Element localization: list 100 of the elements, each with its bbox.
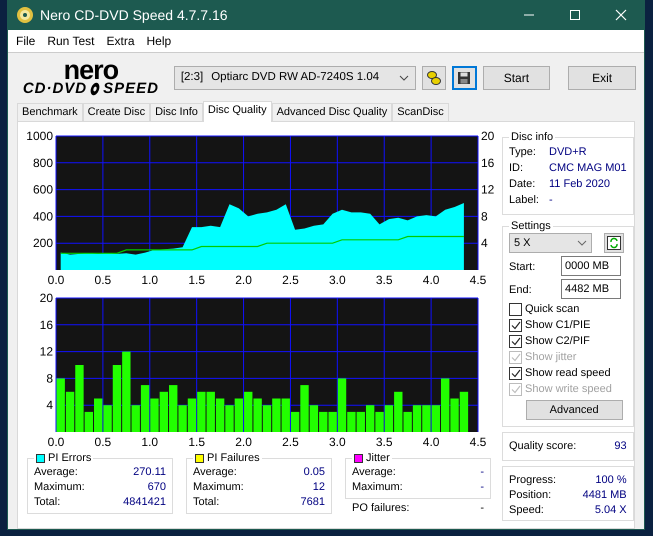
menu-item[interactable]: Run Test — [41, 32, 100, 50]
axis-label: 16 — [40, 318, 53, 332]
menu-item[interactable]: Help — [140, 32, 178, 50]
error-bar — [206, 392, 215, 432]
advanced-button[interactable]: Advanced — [526, 400, 623, 420]
tab[interactable]: Benchmark — [17, 103, 83, 121]
logo-text: nero — [64, 59, 118, 81]
axis-label: 0.0 — [48, 273, 64, 287]
error-bar — [460, 392, 468, 432]
tab[interactable]: Disc Info — [150, 103, 203, 121]
error-bar — [160, 392, 168, 432]
stat-label: Average: — [352, 465, 396, 480]
checkbox[interactable] — [509, 318, 522, 332]
error-bar — [422, 405, 431, 432]
disc-icon — [16, 6, 34, 24]
error-bar — [272, 398, 281, 432]
field-label: Start: — [509, 260, 536, 276]
axis-label: 800 — [32, 156, 53, 170]
progress-value: 100 % — [595, 472, 627, 488]
stat-value: 270.11 — [133, 465, 166, 480]
error-bar — [197, 392, 206, 432]
checkbox-label: Show C1/PIE — [525, 318, 590, 334]
checkbox-label: Show C2/PIF — [525, 334, 590, 350]
axis-label: 12 — [481, 182, 494, 197]
quality-value: 93 — [614, 438, 627, 454]
axis-label: 200 — [32, 236, 53, 250]
error-bar — [56, 378, 65, 432]
logo-text: SPEED — [103, 81, 160, 96]
axis-label: 1.0 — [141, 435, 158, 449]
refresh-icon — [606, 236, 620, 250]
info-value: 11 Feb 2020 — [549, 177, 610, 192]
stat-value: - — [480, 480, 484, 495]
axis-label: 1.5 — [188, 435, 205, 449]
menu-item[interactable]: Extra — [100, 32, 140, 50]
tab[interactable]: Disc Quality — [202, 101, 272, 122]
end-field[interactable]: 4482 MB — [561, 278, 621, 298]
checkbox-label: Show read speed — [525, 366, 611, 382]
progress-label: Speed: — [509, 502, 544, 518]
speed-dropdown[interactable]: 5 X — [509, 233, 592, 253]
refresh-button[interactable] — [604, 233, 624, 253]
menu-item[interactable]: File — [10, 32, 42, 50]
stat-value: 12 — [312, 480, 325, 495]
info-label: Label: — [509, 193, 540, 208]
axis-label: 4.0 — [422, 273, 440, 287]
drive-dropdown[interactable]: [2:3] Optiarc DVD RW AD-7240S 1.04 — [174, 66, 416, 90]
axis-label: 1.5 — [188, 273, 205, 287]
stat-label: Maximum: — [34, 480, 85, 495]
stat-label: Total: — [193, 495, 220, 510]
start-field[interactable]: 0000 MB — [561, 256, 621, 276]
quality-label: Quality score: — [509, 438, 576, 454]
start-button[interactable]: Start — [482, 66, 550, 90]
group-title: PI Failures — [207, 452, 260, 465]
axis-label: 12 — [40, 344, 53, 359]
progress-label: Progress: — [509, 472, 556, 488]
tab[interactable]: Advanced Disc Quality — [272, 103, 392, 121]
group-title: PI Errors — [48, 452, 92, 465]
axis-label: 2.5 — [282, 273, 299, 287]
stat-value: 4841421 — [123, 495, 166, 510]
field-label: End: — [509, 283, 533, 298]
checkbox[interactable] — [509, 302, 522, 316]
stat-value: - — [480, 465, 484, 480]
error-bar — [234, 398, 244, 432]
axis-label: 3.0 — [329, 435, 346, 449]
checkbox[interactable] — [509, 334, 522, 348]
tab[interactable]: ScanDisc — [392, 103, 449, 121]
progress-label: Position: — [509, 488, 552, 503]
stat-label: Maximum: — [352, 480, 403, 495]
axis-label: 16 — [481, 156, 494, 170]
save-button[interactable] — [452, 66, 477, 90]
axis-label: 0.0 — [48, 435, 64, 449]
stat-label: Maximum: — [193, 480, 244, 495]
error-bar — [319, 412, 328, 432]
axis-label: 20 — [40, 291, 53, 305]
info-label: Date: — [509, 177, 536, 192]
axis-label: 4.5 — [470, 273, 486, 287]
axis-label: 8 — [46, 371, 53, 386]
axis-label: 8 — [481, 209, 488, 224]
close-icon — [615, 9, 627, 21]
stat-value: 670 — [148, 480, 166, 495]
window-title: Nero CD-DVD Speed 4.7.7.16 — [40, 6, 229, 25]
error-bar — [356, 412, 365, 432]
axis-label: 1.0 — [141, 273, 158, 287]
axis-label: 4 — [481, 236, 488, 250]
axis-label: 2.5 — [282, 435, 299, 449]
stat-label: PO failures: — [352, 501, 410, 516]
tab[interactable]: Create Disc — [82, 103, 150, 121]
checkbox-label: Quick scan — [525, 302, 580, 318]
axis-label: 0.5 — [94, 435, 112, 449]
group-title: Disc info — [511, 131, 554, 144]
axis-label: 20 — [481, 129, 494, 143]
exit-button[interactable]: Exit — [568, 66, 636, 90]
axis-label: 2.0 — [235, 273, 252, 287]
disc-icon — [89, 82, 102, 96]
progress-value: 5.04 X — [594, 502, 627, 518]
axis-label: 4.0 — [422, 435, 440, 449]
chevron-down-icon — [398, 74, 409, 80]
info-value: DVD+R — [549, 145, 587, 160]
discs-icon — [426, 70, 442, 86]
checkbox[interactable] — [509, 366, 522, 380]
axis-label: 3.5 — [376, 273, 393, 287]
